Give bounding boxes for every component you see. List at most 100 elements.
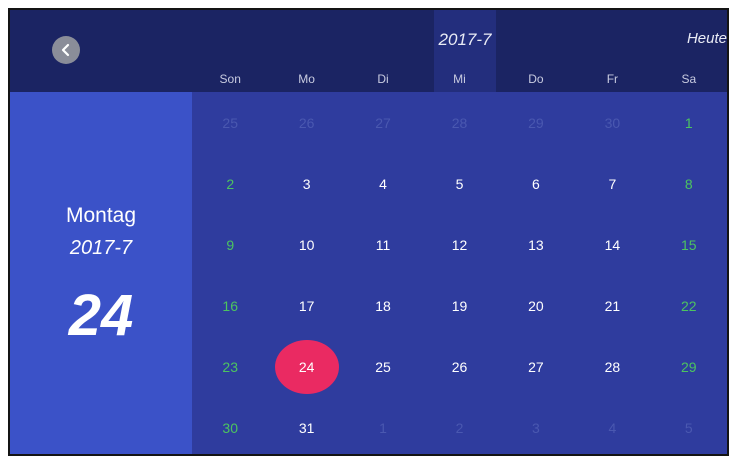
day-cell[interactable]: 15	[651, 214, 727, 275]
day-cell[interactable]: 1	[345, 397, 421, 454]
day-cell[interactable]: 16	[192, 275, 268, 336]
day-cell[interactable]: 31	[268, 397, 344, 454]
day-number: 3	[302, 175, 311, 192]
weekday-label: Mi	[453, 72, 466, 86]
day-number: 23	[222, 358, 238, 375]
weekday-label: Son	[219, 72, 241, 86]
weekday-label: Fr	[606, 72, 619, 86]
day-cell[interactable]: 3	[268, 153, 344, 214]
day-number: 5	[684, 419, 693, 436]
day-number: 22	[680, 297, 697, 314]
day-number: 18	[375, 297, 391, 314]
day-cell[interactable]: 26	[421, 336, 497, 397]
day-cell-selected[interactable]: 24	[268, 336, 344, 397]
day-number: 10	[298, 236, 315, 253]
day-cell[interactable]: 26	[268, 92, 344, 153]
day-number: 27	[528, 358, 544, 375]
day-cell[interactable]: 25	[192, 92, 268, 153]
weekday-label: Mo	[298, 72, 315, 86]
day-cell[interactable]: 13	[498, 214, 574, 275]
day-cell[interactable]: 21	[574, 275, 650, 336]
day-number: 26	[298, 114, 315, 131]
day-number: 1	[684, 114, 693, 131]
day-number: 24	[298, 358, 315, 375]
day-cell[interactable]: 25	[345, 336, 421, 397]
day-cell[interactable]: 14	[574, 214, 650, 275]
selected-month: 2017-7	[69, 237, 133, 259]
day-cell[interactable]: 7	[574, 153, 650, 214]
day-cell[interactable]: 1	[651, 92, 727, 153]
day-number: 17	[298, 297, 315, 314]
calendar-day-grid: 25 26 27 28 29 30 1 2 3 4 5 6 7 8 9 10 11 12 13 14 15 16 17 18 1…	[192, 92, 727, 454]
chevron-left-icon	[61, 43, 70, 57]
day-cell[interactable]: 5	[651, 397, 727, 454]
day-number: 5	[455, 175, 464, 192]
weekday-label: Do	[528, 72, 544, 86]
day-cell[interactable]: 4	[574, 397, 650, 454]
day-number: 21	[604, 297, 621, 314]
day-cell[interactable]: 6	[498, 153, 574, 214]
day-number: 28	[604, 358, 621, 375]
day-number: 30	[222, 419, 238, 436]
back-button[interactable]	[52, 36, 80, 64]
day-number: 29	[528, 114, 544, 131]
day-cell[interactable]: 17	[268, 275, 344, 336]
day-number: 26	[451, 358, 468, 375]
day-cell[interactable]: 28	[574, 336, 650, 397]
day-cell[interactable]: 12	[421, 214, 497, 275]
day-number: 19	[451, 297, 468, 314]
weekday-label: Di	[377, 72, 389, 86]
day-cell[interactable]: 27	[345, 92, 421, 153]
day-number: 15	[680, 236, 697, 253]
day-cell[interactable]: 30	[192, 397, 268, 454]
day-cell[interactable]: 10	[268, 214, 344, 275]
day-number: 7	[608, 175, 617, 192]
day-number: 20	[528, 297, 544, 314]
day-number: 29	[680, 358, 697, 375]
day-number: 1	[379, 419, 387, 436]
day-number: 2	[226, 175, 235, 192]
day-cell[interactable]: 20	[498, 275, 574, 336]
selected-date-panel: Montag 2017-7 24	[10, 92, 192, 454]
day-number: 3	[532, 419, 540, 436]
day-cell[interactable]: 28	[421, 92, 497, 153]
day-number: 12	[451, 236, 468, 253]
day-number: 27	[375, 114, 391, 131]
day-cell[interactable]: 29	[498, 92, 574, 153]
day-number: 11	[375, 236, 391, 253]
day-cell[interactable]: 2	[421, 397, 497, 454]
day-cell[interactable]: 22	[651, 275, 727, 336]
day-number: 14	[604, 236, 621, 253]
day-cell[interactable]: 18	[345, 275, 421, 336]
day-number: 25	[375, 358, 391, 375]
day-cell[interactable]: 11	[345, 214, 421, 275]
day-cell[interactable]: 2	[192, 153, 268, 214]
selected-day-number: 24	[68, 283, 134, 348]
weekday-header-row: Son Mo Di Mi Do Fr Sa	[192, 68, 727, 90]
day-number: 6	[532, 175, 540, 192]
calendar-window: 2017-7 Heute Son Mo Di Mi Do Fr Sa Monta…	[8, 8, 729, 456]
day-number: 16	[222, 297, 238, 314]
day-cell[interactable]: 19	[421, 275, 497, 336]
selected-day-name: Montag	[65, 204, 137, 227]
day-cell[interactable]: 27	[498, 336, 574, 397]
day-cell[interactable]: 23	[192, 336, 268, 397]
day-number: 2	[455, 419, 464, 436]
day-number: 9	[226, 236, 235, 253]
day-number: 28	[451, 114, 468, 131]
day-number: 8	[684, 175, 693, 192]
weekday-label: Sa	[681, 72, 697, 86]
day-cell[interactable]: 30	[574, 92, 650, 153]
day-number: 31	[298, 419, 315, 436]
day-number: 25	[222, 114, 238, 131]
today-button[interactable]: Heute	[687, 30, 727, 47]
day-cell[interactable]: 8	[651, 153, 727, 214]
day-number: 4	[379, 175, 387, 192]
day-cell[interactable]: 4	[345, 153, 421, 214]
day-cell[interactable]: 5	[421, 153, 497, 214]
day-cell[interactable]: 3	[498, 397, 574, 454]
day-number: 30	[604, 114, 621, 131]
day-cell[interactable]: 29	[651, 336, 727, 397]
day-number: 4	[608, 419, 617, 436]
day-cell[interactable]: 9	[192, 214, 268, 275]
